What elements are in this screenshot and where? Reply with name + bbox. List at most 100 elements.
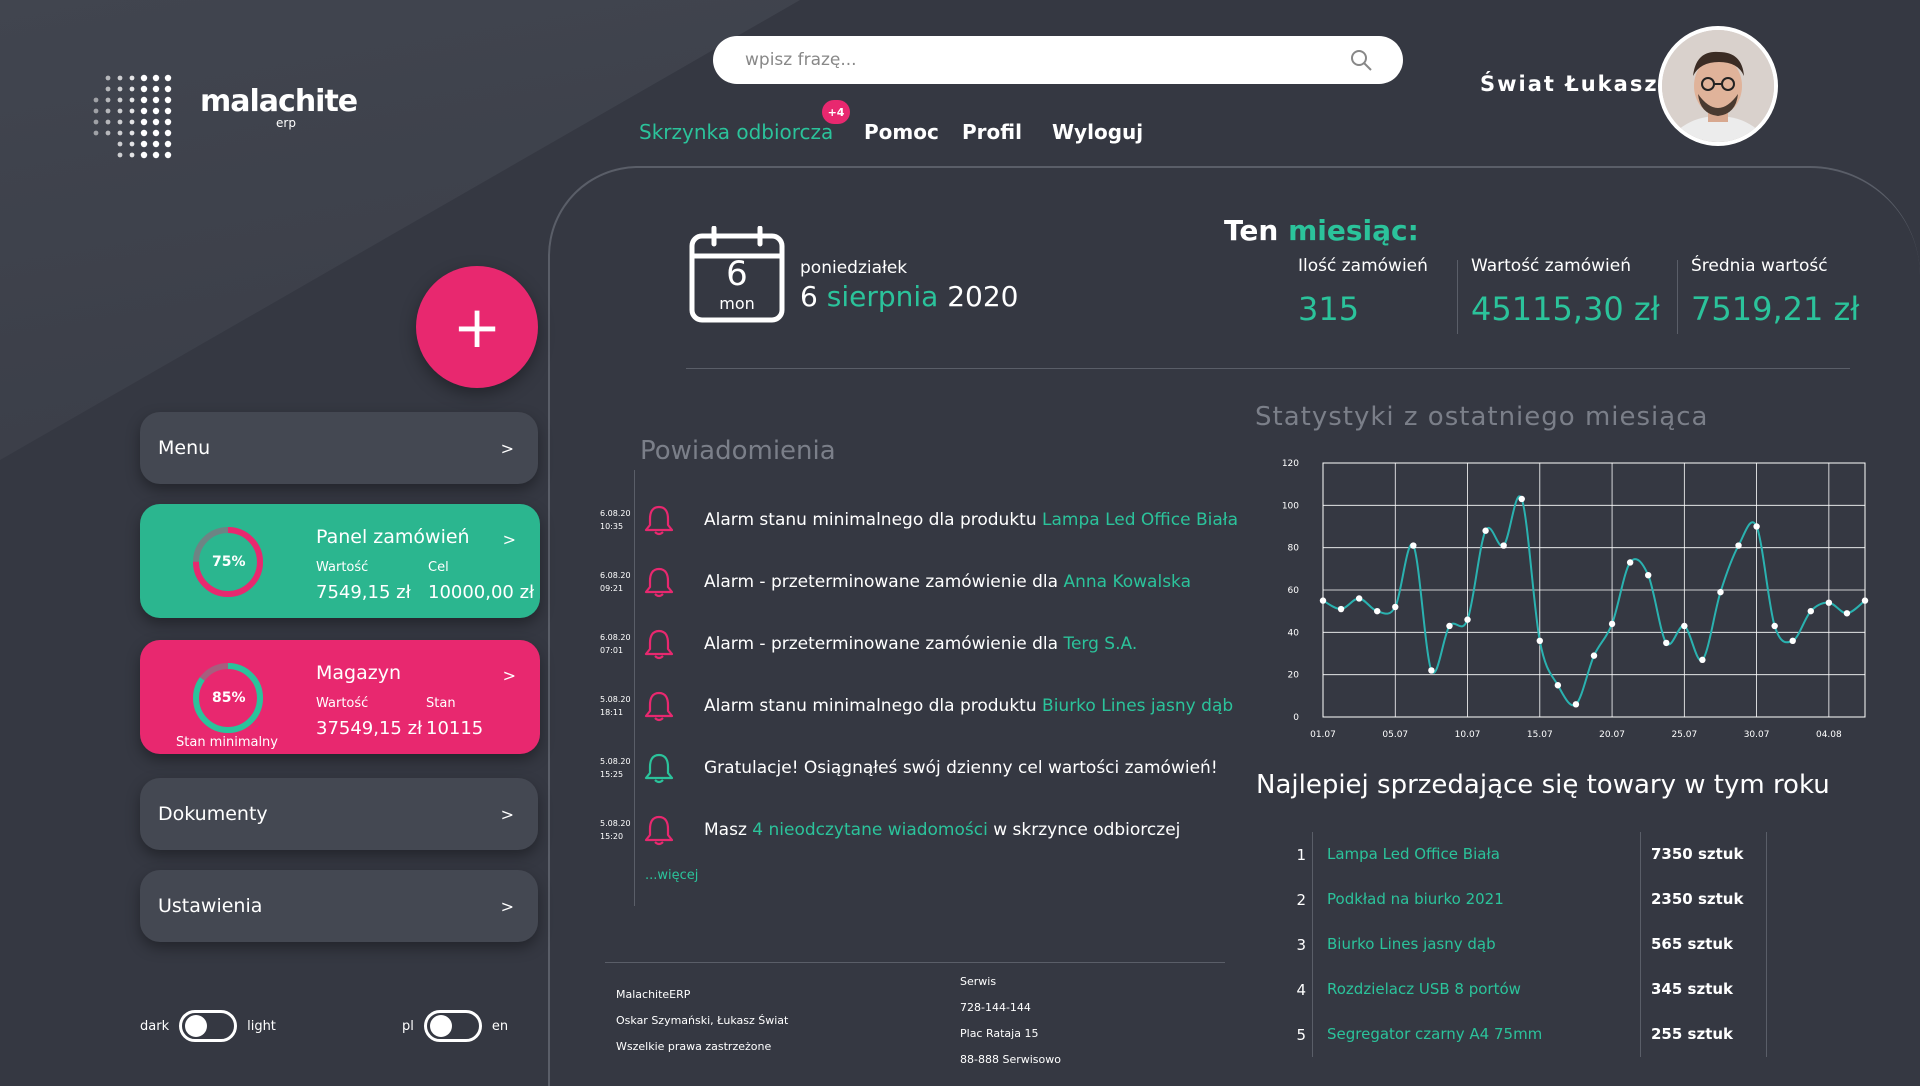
rank-cell: 2 bbox=[1296, 890, 1306, 909]
notification-link[interactable]: 4 nieodczytane wiadomości bbox=[752, 820, 988, 840]
logo-dot bbox=[93, 97, 99, 103]
rank-cell: 5 bbox=[1296, 1025, 1306, 1044]
chart-point[interactable] bbox=[1699, 656, 1706, 664]
chart-point[interactable] bbox=[1807, 607, 1814, 615]
notification-link[interactable]: Terg S.A. bbox=[1063, 634, 1137, 654]
sidebar-item-documents[interactable]: Dokumenty > bbox=[140, 778, 538, 850]
more-notifications-link[interactable]: ...więcej bbox=[645, 868, 698, 883]
notification-message: Alarm stanu minimalnego dla produktu bbox=[704, 696, 1043, 716]
chart-point[interactable] bbox=[1753, 523, 1760, 530]
monthly-stats-chart: 0 20 40 60 80 100 120 01.07 05.07 10.07 15.07 20.07… bbox=[1282, 459, 1869, 740]
chart-point[interactable] bbox=[1789, 637, 1796, 644]
sidebar-item-label: Dokumenty bbox=[158, 803, 268, 825]
logo-dot bbox=[164, 140, 172, 148]
chart-point[interactable] bbox=[1735, 542, 1742, 549]
chart-point[interactable] bbox=[1536, 637, 1543, 644]
product-name-link[interactable]: Biurko Lines jasny dąb bbox=[1312, 922, 1640, 967]
calendar-day-number: 6 bbox=[726, 254, 748, 294]
nav-inbox[interactable]: Skrzynka odbiorcza bbox=[639, 120, 833, 144]
notification-link[interactable]: Biurko Lines jasny dąb bbox=[1042, 696, 1233, 716]
chart-point[interactable] bbox=[1681, 622, 1688, 630]
nav-help[interactable]: Pomoc bbox=[864, 120, 939, 144]
nav-profile[interactable]: Profil bbox=[962, 120, 1022, 144]
orders-goal-label: Cel bbox=[428, 560, 449, 575]
calendar-day-short: mon bbox=[719, 294, 755, 313]
notification-date: 6.08.20 bbox=[600, 633, 631, 642]
chart-point[interactable] bbox=[1608, 620, 1616, 628]
logo-dot bbox=[93, 119, 99, 125]
notification-item[interactable]: 6.08.20 07:01 Alarm - przeterminowane zamó… bbox=[600, 624, 1137, 664]
notification-item[interactable]: 5.08.20 15:25 Gratulacje! Osiągnąłeś swój … bbox=[600, 748, 1218, 788]
notification-timestamp: 6.08.20 09:21 bbox=[600, 569, 638, 595]
logo-text: malachite bbox=[200, 84, 358, 119]
notification-link[interactable]: Lampa Led Office Biała bbox=[1042, 510, 1238, 530]
chart-point[interactable] bbox=[1572, 701, 1580, 708]
footer-divider bbox=[605, 962, 1225, 963]
chart-point[interactable] bbox=[1663, 639, 1670, 647]
chart-point[interactable] bbox=[1500, 542, 1507, 549]
chart-point[interactable] bbox=[1861, 597, 1869, 604]
chart-point[interactable] bbox=[1645, 571, 1652, 579]
chart-point[interactable] bbox=[1482, 527, 1489, 534]
product-name-link[interactable]: Segregator czarny A4 75mm bbox=[1312, 1012, 1640, 1057]
chart-point[interactable] bbox=[1518, 495, 1525, 503]
notification-item[interactable]: 6.08.20 09:21 Alarm - przeterminowane zamó… bbox=[600, 562, 1191, 602]
chart-point[interactable] bbox=[1337, 605, 1345, 613]
table-border bbox=[1766, 1012, 1767, 1057]
chart-point[interactable] bbox=[1843, 610, 1851, 617]
chart-point[interactable] bbox=[1554, 682, 1562, 689]
logo-dot bbox=[129, 130, 135, 136]
quantity-cell: 565 sztuk bbox=[1640, 922, 1766, 967]
notification-item[interactable]: 5.08.20 18:11 Alarm stanu minimalnego dla … bbox=[600, 686, 1233, 726]
divider bbox=[1457, 260, 1458, 334]
chart-point[interactable] bbox=[1771, 622, 1778, 630]
chart-point[interactable] bbox=[1374, 607, 1381, 615]
notifications-title: Powiadomienia bbox=[640, 436, 836, 466]
logo-dot bbox=[105, 86, 111, 92]
warehouse-card[interactable]: 85% Stan minimalny Magazyn > Wartość 375… bbox=[140, 640, 540, 754]
notification-item[interactable]: 5.08.20 15:20 Masz 4 nieodczytane wiadomoś… bbox=[600, 810, 1180, 850]
search-input[interactable] bbox=[743, 49, 1349, 71]
chart-point[interactable] bbox=[1319, 597, 1327, 604]
orders-panel-card[interactable]: 75% Panel zamówień > Wartość 7549,15 zł … bbox=[140, 504, 540, 618]
notification-item[interactable]: 6.08.20 10:35 Alarm stanu minimalnego dla … bbox=[600, 500, 1238, 540]
chart-point[interactable] bbox=[1392, 603, 1399, 611]
x-tick-label: 10.07 bbox=[1455, 730, 1481, 740]
theme-toggle[interactable] bbox=[179, 1010, 238, 1042]
chart-point[interactable] bbox=[1446, 622, 1453, 630]
logo-dot bbox=[105, 75, 111, 81]
sidebar-item-menu[interactable]: Menu > bbox=[140, 412, 538, 484]
chart-point[interactable] bbox=[1464, 616, 1471, 623]
chart-point[interactable] bbox=[1410, 542, 1417, 549]
logo-dot bbox=[105, 119, 111, 125]
warehouse-percent: 85% bbox=[212, 690, 246, 706]
x-tick-label: 25.07 bbox=[1671, 730, 1697, 740]
product-name-link[interactable]: Podkład na biurko 2021 bbox=[1312, 877, 1640, 922]
notification-date: 6.08.20 bbox=[600, 571, 631, 580]
chart-point[interactable] bbox=[1428, 667, 1435, 674]
chart-point[interactable] bbox=[1717, 588, 1724, 596]
add-button[interactable]: + bbox=[416, 266, 538, 388]
product-name-link[interactable]: Rozdzielacz USB 8 portów bbox=[1312, 967, 1640, 1012]
inbox-badge: +4 bbox=[822, 100, 850, 124]
notification-link[interactable]: Anna Kowalska bbox=[1063, 572, 1191, 592]
language-toggle[interactable] bbox=[423, 1010, 482, 1042]
chart-point[interactable] bbox=[1626, 559, 1634, 566]
chart-point[interactable] bbox=[1590, 652, 1598, 659]
month-title-a: Ten bbox=[1224, 214, 1279, 247]
notification-time: 10:35 bbox=[600, 522, 624, 531]
chart-point[interactable] bbox=[1825, 599, 1833, 606]
avatar[interactable] bbox=[1658, 26, 1778, 146]
chart-point[interactable] bbox=[1355, 595, 1363, 602]
notification-text: Alarm - przeterminowane zamówienie dla T… bbox=[704, 634, 1137, 654]
nav-logout[interactable]: Wyloguj bbox=[1052, 120, 1143, 144]
product-name-link[interactable]: Lampa Led Office Biała bbox=[1312, 832, 1640, 877]
notification-message: Alarm - przeterminowane zamówienie dla bbox=[704, 634, 1064, 654]
search-icon[interactable] bbox=[1349, 48, 1373, 72]
sidebar-item-settings[interactable]: Ustawienia > bbox=[140, 870, 538, 942]
logo-dot bbox=[164, 118, 172, 126]
logo-dot bbox=[129, 108, 135, 114]
logo-dot bbox=[117, 119, 123, 125]
notification-message-end: w skrzynce odbiorczej bbox=[987, 820, 1181, 840]
malachite-logo[interactable]: malachite erp bbox=[88, 70, 358, 165]
